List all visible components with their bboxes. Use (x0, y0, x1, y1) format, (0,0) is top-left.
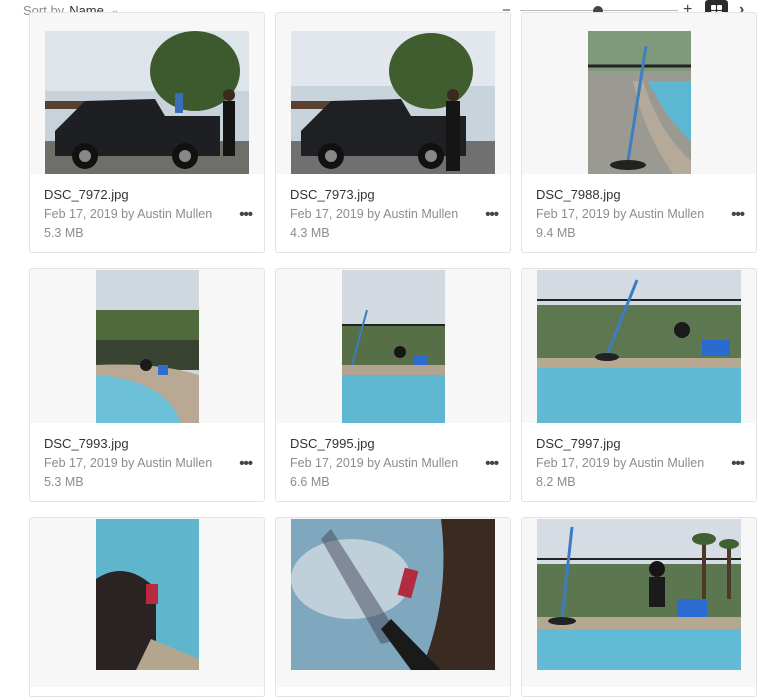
photo-truck (291, 31, 495, 174)
file-name: DSC_7973.jpg (290, 187, 375, 202)
more-options-icon[interactable]: ••• (485, 206, 499, 223)
thumbnail (30, 13, 264, 174)
thumbnail (276, 518, 510, 687)
thumbnail (276, 13, 510, 174)
photo-truck (45, 31, 249, 174)
file-card[interactable]: DSC_7997.jpg Feb 17, 2019 by Austin Mull… (521, 268, 757, 502)
file-meta: Feb 17, 2019 by Austin Mullen (290, 207, 459, 221)
more-options-icon[interactable]: ••• (731, 455, 745, 472)
file-meta: Feb 17, 2019 by Austin Mullen (290, 456, 459, 470)
file-name: DSC_7988.jpg (536, 187, 621, 202)
thumbnail (522, 518, 756, 687)
thumbnail (522, 269, 756, 423)
photo-pool-vertical (342, 270, 445, 423)
file-name: DSC_7995.jpg (290, 436, 375, 451)
file-size: 9.4 MB (536, 226, 576, 240)
photo-pool-wide (537, 270, 741, 423)
file-meta: Feb 17, 2019 by Austin Mullen (536, 456, 705, 470)
photo-pool-wide (537, 519, 741, 670)
file-name: DSC_7997.jpg (536, 436, 621, 451)
file-card[interactable] (29, 517, 265, 697)
photo-pool-vertical (588, 31, 691, 174)
file-name: DSC_7993.jpg (44, 436, 129, 451)
photo-pool-vertical (96, 270, 199, 423)
photo-pool-vertical (96, 519, 199, 670)
file-card[interactable]: DSC_7993.jpg Feb 17, 2019 by Austin Mull… (29, 268, 265, 502)
photo-reflection (291, 519, 495, 670)
file-card[interactable]: DSC_7972.jpg Feb 17, 2019 by Austin Mull… (29, 12, 265, 253)
file-name: DSC_7972.jpg (44, 187, 129, 202)
file-size: 5.3 MB (44, 475, 84, 489)
file-meta: Feb 17, 2019 by Austin Mullen (44, 207, 213, 221)
file-card[interactable]: DSC_7988.jpg Feb 17, 2019 by Austin Mull… (521, 12, 757, 253)
file-card[interactable] (275, 517, 511, 697)
file-card[interactable] (521, 517, 757, 697)
more-options-icon[interactable]: ••• (239, 455, 253, 472)
file-card[interactable]: DSC_7995.jpg Feb 17, 2019 by Austin Mull… (275, 268, 511, 502)
file-size: 8.2 MB (536, 475, 576, 489)
more-options-icon[interactable]: ••• (239, 206, 253, 223)
thumbnail (30, 269, 264, 423)
file-size: 6.6 MB (290, 475, 330, 489)
thumbnail (276, 269, 510, 423)
file-meta: Feb 17, 2019 by Austin Mullen (536, 207, 705, 221)
file-size: 4.3 MB (290, 226, 330, 240)
more-options-icon[interactable]: ••• (485, 455, 499, 472)
more-options-icon[interactable]: ••• (731, 206, 745, 223)
file-card[interactable]: DSC_7973.jpg Feb 17, 2019 by Austin Mull… (275, 12, 511, 253)
thumbnail (30, 518, 264, 687)
thumbnail (522, 13, 756, 174)
file-size: 5.3 MB (44, 226, 84, 240)
file-meta: Feb 17, 2019 by Austin Mullen (44, 456, 213, 470)
